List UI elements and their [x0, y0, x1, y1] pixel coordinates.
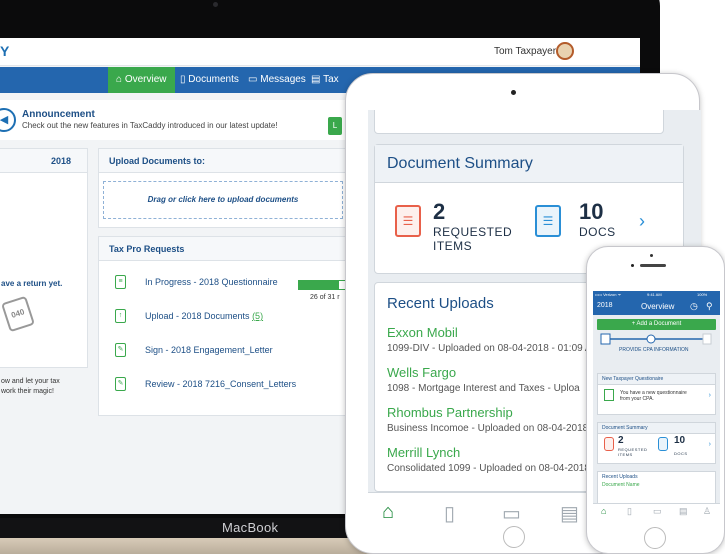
requested-items-icon: ☰ — [395, 205, 421, 237]
review-doc-icon: ✎ — [115, 377, 126, 391]
requested-count: 2 — [433, 199, 446, 224]
announcement-title: Announcement — [22, 109, 95, 120]
chevron-right-icon[interactable]: › — [639, 211, 645, 232]
upload-header: Upload Documents to: — [99, 149, 347, 173]
status-bar: ••••• Verizon ᯤ 9:41 AM 100% — [593, 291, 720, 299]
tax-year: 2018 — [51, 156, 72, 166]
docs-label: DOCS — [674, 451, 688, 456]
progress-fill — [299, 281, 340, 289]
upload-desc: 1099-DIV - Uploaded on 08-04-2018 - 01:0… — [387, 343, 592, 354]
iphone-sensor — [650, 254, 653, 257]
steps-track — [600, 333, 712, 345]
tax-icon[interactable]: ▤ — [679, 506, 688, 517]
recent-first-item[interactable]: Document Name — [602, 482, 640, 488]
tab-documents[interactable]: ▯ Documents — [172, 67, 247, 93]
history-icon[interactable]: ◷ — [690, 301, 698, 312]
user-icon[interactable]: ♙ — [703, 506, 711, 517]
chat-icon[interactable]: ▭ — [502, 501, 521, 526]
requests-header: Tax Pro Requests — [99, 237, 347, 261]
tab-tax[interactable]: ▤ Tax — [303, 67, 347, 93]
iphone-screen: ••••• Verizon ᯤ 9:41 AM 100% 2018 Overvi… — [593, 291, 720, 519]
tax-pro-requests-panel: Tax Pro Requests ≡ In Progress - 2018 Qu… — [98, 236, 348, 416]
home-icon[interactable]: ⌂ — [601, 506, 606, 516]
document-icon: ▯ — [180, 74, 186, 85]
docs-count: 10 — [579, 199, 604, 224]
home-icon: ⌂ — [116, 74, 123, 85]
upload-count-link[interactable]: (5) — [252, 311, 263, 321]
upload-name[interactable]: Exxon Mobil — [387, 325, 458, 340]
year-selector[interactable]: 2018 — [597, 302, 613, 309]
upload-dropzone[interactable]: Drag or click here to upload documents — [103, 181, 343, 219]
iphone-home-button[interactable] — [644, 527, 666, 549]
announcement-button[interactable]: L — [328, 117, 342, 135]
chevron-right-icon[interactable]: › — [709, 441, 711, 448]
avatar[interactable] — [556, 42, 574, 60]
progress-steps: PROVIDE CPA INFORMATION — [597, 332, 716, 356]
summary-header: Document Summary — [598, 423, 715, 434]
search-icon[interactable]: ⚲ — [706, 301, 713, 312]
docs-count: 10 — [674, 435, 686, 446]
docs-icon — [658, 437, 668, 451]
document-icon[interactable]: ▯ — [627, 506, 632, 517]
announcement-banner: ◀ Announcement Check out the new feature… — [0, 100, 360, 140]
no-return-text: ave a return yet. — [1, 279, 63, 288]
upload-desc: Consolidated 1099 - Uploaded on 08-04-20… — [387, 463, 597, 474]
magic-text: ow and let your tax work their magic! — [1, 378, 60, 395]
upload-desc: Business Incomoe - Uploaded on 08-04-201… — [387, 423, 595, 434]
questionnaire-header: New Taxpayer Questionaire — [598, 374, 715, 385]
summary-title: Document Summary — [375, 145, 683, 183]
questionnaire-text: You have a new questionnaire from your C… — [620, 390, 687, 402]
ipad-camera — [511, 90, 516, 95]
clipboard-icon — [604, 389, 614, 401]
upload-panel: Upload Documents to: Drag or click here … — [98, 148, 348, 228]
add-document-button[interactable]: + Add a Document — [597, 319, 716, 330]
ipad-home-button[interactable] — [503, 526, 525, 548]
upload-name[interactable]: Rhombus Partnership — [387, 405, 513, 420]
sign-doc-icon: ✎ — [115, 343, 126, 357]
iphone-camera — [631, 264, 634, 267]
recent-title: Recent Uploads — [387, 295, 494, 312]
ipad-card-previous — [374, 110, 664, 134]
upload-name[interactable]: Merrill Lynch — [387, 445, 460, 460]
iphone-tabbar: ⌂ ▯ ▭ ▤ ♙ — [593, 503, 720, 519]
tax-icon[interactable]: ▤ — [560, 501, 579, 526]
chat-icon[interactable]: ▭ — [653, 506, 662, 517]
page-title: Overview — [641, 302, 675, 311]
chevron-right-icon[interactable]: › — [709, 392, 711, 399]
progress-label: 26 of 31 r — [310, 294, 340, 301]
requested-items-icon — [604, 437, 614, 451]
announcement-text: Check out the new features in TaxCaddy i… — [22, 121, 278, 130]
tab-overview[interactable]: ⌂ Overview — [108, 67, 175, 93]
left-panel: 2018 ave a return yet. 040 ow and let yo… — [0, 148, 88, 395]
questionnaire-card[interactable]: New Taxpayer Questionaire You have a new… — [597, 373, 716, 415]
upload-name[interactable]: Wells Fargo — [387, 365, 456, 380]
home-icon[interactable]: ⌂ — [382, 501, 394, 524]
macbook-camera — [213, 2, 218, 7]
macbook-label: MacBook — [222, 520, 279, 535]
requested-label: REQUESTED ITEMS — [618, 447, 648, 457]
megaphone-icon: ◀ — [0, 108, 16, 132]
clipboard-icon: ≡ — [115, 275, 126, 289]
document-summary-card[interactable]: Document Summary 2 REQUESTED ITEMS 10 DO… — [597, 422, 716, 464]
requested-count: 2 — [618, 435, 624, 446]
docs-icon: ☰ — [535, 205, 561, 237]
form-1040-icon: 040 — [1, 295, 35, 333]
app-topbar: Y Tom Taxpayer ⌄ — [0, 38, 640, 66]
tax-icon: ▤ — [311, 74, 321, 85]
brand-logo: Y — [0, 43, 10, 59]
docs-label: DOCS — [579, 225, 616, 239]
document-icon[interactable]: ▯ — [444, 501, 455, 526]
upload-doc-icon: ↑ — [115, 309, 126, 323]
iphone-speaker — [640, 264, 666, 267]
chat-icon: ▭ — [248, 74, 258, 85]
upload-desc: 1098 - Mortgage Interest and Taxes - Upl… — [387, 383, 580, 394]
questionnaire-progress-bar — [298, 280, 348, 290]
step-label: PROVIDE CPA INFORMATION — [619, 347, 689, 353]
requested-label: REQUESTED ITEMS — [433, 225, 513, 253]
iphone-header: 2018 Overview ◷ ⚲ — [593, 299, 720, 315]
iphone-frame: ••••• Verizon ᯤ 9:41 AM 100% 2018 Overvi… — [586, 246, 725, 554]
